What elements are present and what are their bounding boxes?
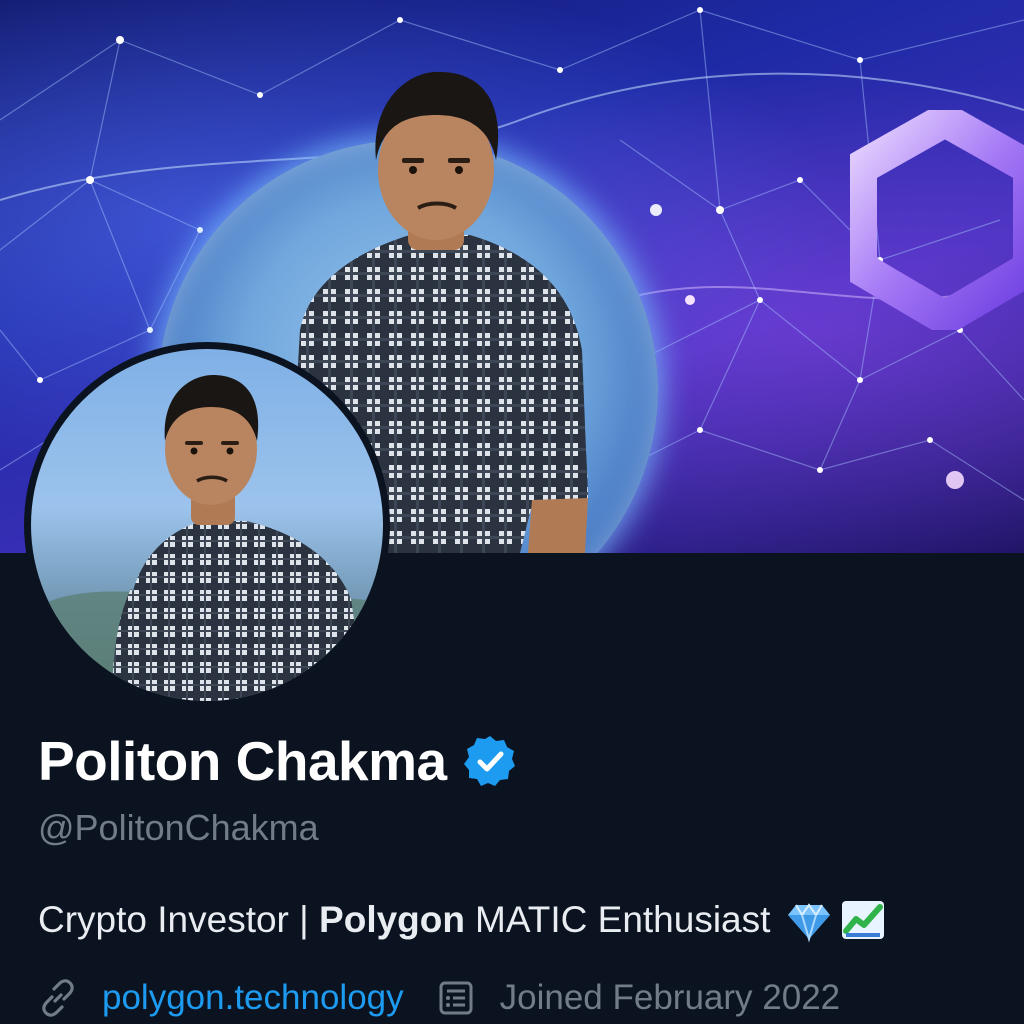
website-link[interactable]: polygon.technology bbox=[102, 978, 404, 1018]
profile-page: Politon Chakma @PolitonChakma Crypto Inv… bbox=[0, 0, 1024, 1024]
bio-text-part1: Crypto Investor | bbox=[38, 899, 320, 940]
bio-text-bold: Polygon bbox=[319, 899, 465, 940]
profile-info: Politon Chakma @PolitonChakma Crypto Inv… bbox=[38, 720, 1004, 1024]
profile-meta: polygon.technology Joined February 2022 bbox=[38, 972, 1004, 1024]
profile-avatar[interactable] bbox=[24, 342, 390, 708]
joined-date: Joined February 2022 bbox=[499, 978, 841, 1017]
name-row: Politon Chakma bbox=[38, 720, 1004, 802]
calendar-icon bbox=[439, 981, 473, 1015]
bio-text-part2: MATIC Enthusiast bbox=[475, 899, 771, 940]
verified-badge-icon[interactable] bbox=[463, 734, 517, 788]
link-icon bbox=[42, 979, 74, 1017]
gem-stone-emoji-icon bbox=[788, 903, 831, 943]
username-handle: @PolitonChakma bbox=[38, 807, 319, 848]
display-name: Politon Chakma bbox=[38, 730, 447, 792]
avatar-person-graphic bbox=[31, 374, 383, 701]
chart-increasing-emoji-icon bbox=[842, 901, 885, 939]
polygon-hexagon-logo bbox=[850, 110, 1024, 330]
profile-bio: Crypto Investor | Polygon MATIC Enthusia… bbox=[38, 892, 1004, 948]
avatar-photo bbox=[31, 349, 383, 701]
